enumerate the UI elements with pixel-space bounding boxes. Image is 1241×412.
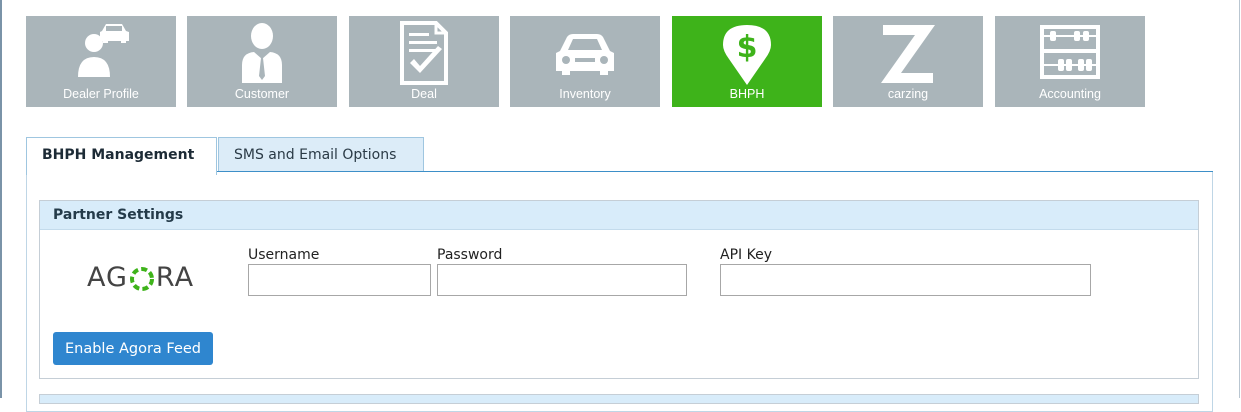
- nav-tile-label: Customer: [234, 87, 290, 101]
- nav-tile-deal[interactable]: Deal: [349, 16, 499, 107]
- username-field[interactable]: [248, 264, 431, 296]
- tab-bhph-management[interactable]: BHPH Management: [26, 137, 217, 175]
- nav-tile-label: BHPH: [729, 87, 765, 101]
- api-key-label: API Key: [720, 247, 772, 263]
- agora-logo: AG RA: [87, 262, 195, 293]
- nav-tile-label: Accounting: [1039, 87, 1101, 101]
- dealer-profile-icon: [26, 21, 176, 89]
- svg-text:$: $: [737, 30, 758, 65]
- tab-sms-email-options[interactable]: SMS and Email Options: [218, 137, 424, 172]
- abacus-icon: [995, 21, 1145, 89]
- nav-tile-label: Inventory: [559, 87, 611, 101]
- password-field[interactable]: [437, 264, 687, 296]
- api-key-field[interactable]: [720, 264, 1091, 296]
- enable-agora-feed-button[interactable]: Enable Agora Feed: [53, 332, 213, 365]
- carzing-z-icon: [833, 21, 983, 89]
- nav-tile-dealer-profile[interactable]: Dealer Profile: [26, 16, 176, 107]
- dollar-pin-icon: $: [672, 21, 822, 89]
- section-title: Partner Settings: [40, 201, 1198, 230]
- username-label: Username: [248, 247, 320, 263]
- next-section-header: [39, 394, 1199, 404]
- password-label: Password: [437, 247, 503, 263]
- window-left-border: [0, 0, 2, 398]
- nav-tile-inventory[interactable]: Inventory: [510, 16, 660, 107]
- car-icon: [510, 21, 660, 89]
- window-right-border: [1239, 0, 1240, 398]
- nav-tile-accounting[interactable]: Accounting: [995, 16, 1145, 107]
- nav-tile-bhph[interactable]: $ BHPH: [672, 16, 822, 107]
- agora-logo-o-mark: [129, 264, 155, 291]
- nav-tile-label: Deal: [411, 87, 437, 101]
- nav-tile-customer[interactable]: Customer: [187, 16, 337, 107]
- nav-tile-label: carzing: [887, 87, 929, 101]
- deal-document-icon: [349, 21, 499, 89]
- nav-tile-label: Dealer Profile: [63, 87, 139, 101]
- customer-icon: [187, 21, 337, 89]
- nav-tile-carzing[interactable]: carzing: [833, 16, 983, 107]
